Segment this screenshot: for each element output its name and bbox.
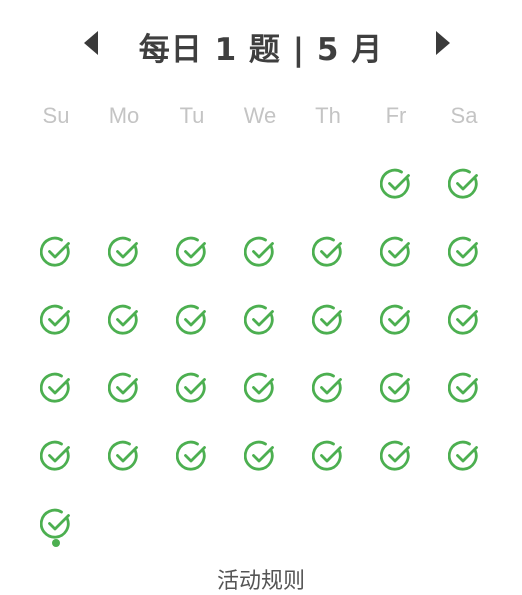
check-circle-icon [244, 372, 274, 403]
day-cell[interactable] [366, 222, 426, 282]
day-cell[interactable] [26, 290, 86, 350]
day-cell[interactable] [162, 358, 222, 418]
check-circle-icon [312, 304, 342, 335]
check-circle-icon [176, 304, 206, 335]
check-circle-icon [380, 372, 410, 403]
check-circle-icon [40, 372, 70, 403]
check-circle-icon [108, 236, 138, 267]
weekday-row: Su Mo Tu We Th Fr Sa [0, 100, 522, 132]
weekday-label: Sa [450, 103, 478, 128]
weekday-label: Su [42, 103, 70, 128]
check-circle-icon [244, 440, 274, 471]
day-cell[interactable] [230, 290, 290, 350]
day-cell[interactable] [26, 358, 86, 418]
check-circle-icon [448, 168, 478, 199]
day-cell[interactable] [94, 358, 154, 418]
check-circle-icon [108, 304, 138, 335]
weekday-label: Mo [108, 103, 140, 128]
weekday-label: Th [315, 103, 341, 128]
day-cell[interactable] [26, 426, 86, 486]
day-cell[interactable] [366, 358, 426, 418]
check-circle-icon [448, 236, 478, 267]
check-circle-icon [448, 440, 478, 471]
weekday-label: We [243, 103, 277, 128]
activity-rules-link[interactable]: 活动规则 [0, 563, 522, 595]
check-circle-icon [448, 372, 478, 403]
check-circle-icon [40, 236, 70, 267]
day-cell[interactable] [162, 290, 222, 350]
check-circle-icon [312, 236, 342, 267]
check-circle-icon [380, 168, 410, 199]
day-cell[interactable] [230, 222, 290, 282]
check-circle-icon [244, 236, 274, 267]
calendar-header: 每日 1 题 | 5 月 [0, 18, 522, 68]
day-cell[interactable] [366, 154, 426, 214]
day-cell[interactable] [434, 222, 494, 282]
day-cell[interactable] [298, 222, 358, 282]
weekday-label: Fr [385, 103, 407, 128]
day-cell[interactable] [434, 426, 494, 486]
day-cell[interactable] [366, 290, 426, 350]
check-circle-icon [176, 440, 206, 471]
day-cell[interactable] [162, 426, 222, 486]
day-cell[interactable] [94, 426, 154, 486]
check-circle-icon [40, 440, 70, 471]
day-cell[interactable] [94, 290, 154, 350]
day-cell[interactable] [366, 426, 426, 486]
check-circle-icon [176, 236, 206, 267]
check-circle-icon [244, 304, 274, 335]
day-cell[interactable] [298, 426, 358, 486]
day-cell[interactable] [26, 494, 86, 554]
day-cell[interactable] [434, 154, 494, 214]
next-month-button[interactable] [430, 30, 456, 56]
day-cell[interactable] [162, 222, 222, 282]
check-circle-icon [312, 440, 342, 471]
day-cell[interactable] [298, 290, 358, 350]
check-circle-icon [40, 304, 70, 335]
check-circle-icon [380, 236, 410, 267]
day-cell[interactable] [230, 426, 290, 486]
check-circle-icon [312, 372, 342, 403]
day-cell[interactable] [230, 358, 290, 418]
check-circle-icon [176, 372, 206, 403]
day-cell[interactable] [94, 222, 154, 282]
check-circle-icon [40, 508, 70, 539]
day-cell[interactable] [434, 358, 494, 418]
day-cell[interactable] [26, 222, 86, 282]
today-indicator [52, 539, 60, 547]
check-circle-icon [108, 440, 138, 471]
day-cell[interactable] [298, 358, 358, 418]
check-circle-icon [448, 304, 478, 335]
day-cell[interactable] [434, 290, 494, 350]
check-circle-icon [108, 372, 138, 403]
weekday-label: Tu [179, 103, 205, 128]
check-circle-icon [380, 440, 410, 471]
check-circle-icon [380, 304, 410, 335]
triangle-right-icon [436, 31, 450, 55]
